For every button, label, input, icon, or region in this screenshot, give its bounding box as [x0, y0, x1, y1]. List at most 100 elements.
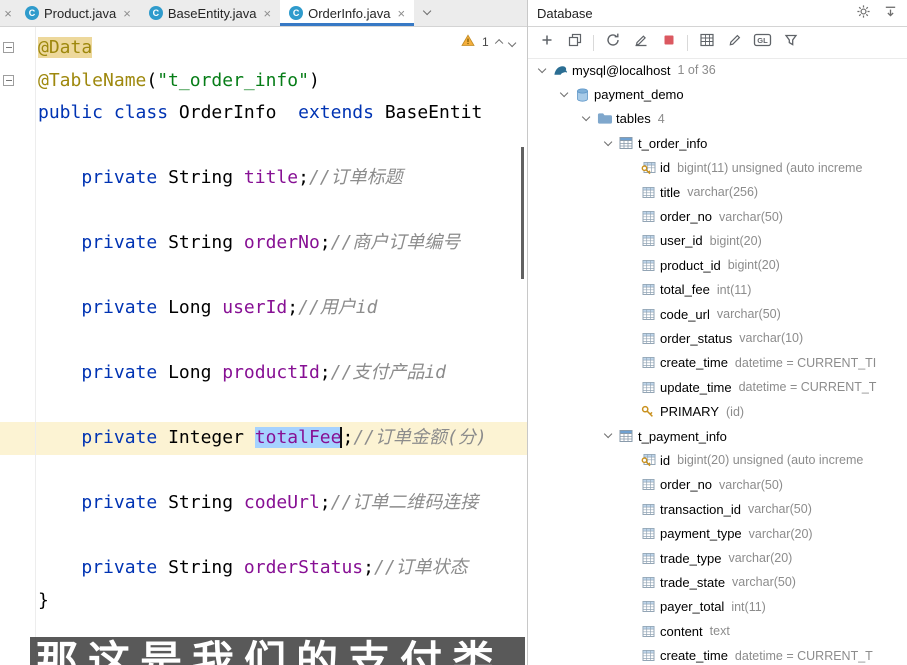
- tree-row[interactable]: payment_demo: [528, 82, 907, 106]
- tree-row[interactable]: order_no varchar(50): [528, 473, 907, 497]
- code-token: ;: [342, 427, 354, 448]
- hide-panel-icon[interactable]: [883, 4, 898, 22]
- tree-item-meta: varchar(10): [739, 331, 804, 346]
- chevron-down-icon[interactable]: [600, 430, 617, 439]
- code-token: orderNo: [243, 232, 320, 253]
- inspections-widget[interactable]: 1: [461, 34, 517, 50]
- editor-pane: × C Product.java × C BaseEntity.java × C OrderI…: [0, 0, 527, 665]
- column-key-icon: [639, 161, 657, 175]
- tree-item-meta: varchar(20): [748, 526, 813, 541]
- tree-row[interactable]: trade_type varchar(20): [528, 546, 907, 570]
- column-icon: [639, 259, 657, 272]
- tree-row[interactable]: create_time datetime = CURRENT_T: [528, 643, 907, 665]
- table-button[interactable]: [693, 31, 720, 54]
- tab-baseentity-java[interactable]: C BaseEntity.java ×: [140, 0, 280, 26]
- code-line: }: [38, 585, 527, 618]
- next-warning-button[interactable]: [507, 35, 517, 49]
- tree-row[interactable]: update_time datetime = CURRENT_T: [528, 375, 907, 399]
- edit-button[interactable]: [721, 31, 748, 54]
- tab-label: OrderInfo.java: [308, 5, 391, 21]
- tree-row[interactable]: trade_state varchar(50): [528, 570, 907, 594]
- close-icon[interactable]: ×: [397, 6, 405, 21]
- duplicate-button[interactable]: [561, 31, 588, 54]
- tree-row[interactable]: user_id bigint(20): [528, 229, 907, 253]
- tree-row[interactable]: content text: [528, 619, 907, 643]
- chevron-down-icon[interactable]: [556, 88, 573, 98]
- column-icon: [639, 552, 657, 565]
- tree-row[interactable]: product_id bigint(20): [528, 253, 907, 277]
- table-icon: [699, 32, 715, 53]
- code-token: //订单标题: [308, 167, 403, 188]
- stop-icon: [661, 32, 677, 53]
- code-token: BaseEntit: [384, 102, 483, 123]
- tree-row[interactable]: payer_total int(11): [528, 595, 907, 619]
- column-icon: [639, 625, 657, 638]
- code-token: totalFee: [254, 427, 342, 448]
- stop-button[interactable]: [655, 31, 682, 54]
- tree-row[interactable]: id bigint(20) unsigned (auto increme: [528, 448, 907, 472]
- ide-window: × C Product.java × C BaseEntity.java × C OrderI…: [0, 0, 907, 665]
- settings-icon[interactable]: [856, 4, 871, 22]
- close-icon[interactable]: ×: [0, 0, 16, 26]
- add-button[interactable]: [533, 31, 560, 54]
- code-line: private String orderStatus;//订单状态: [38, 552, 527, 585]
- column-icon: [639, 234, 657, 247]
- close-icon[interactable]: ×: [264, 6, 272, 21]
- submit-icon: [633, 32, 649, 53]
- tree-row[interactable]: transaction_id varchar(50): [528, 497, 907, 521]
- chevron-down-icon[interactable]: [578, 113, 595, 122]
- tree-row[interactable]: tables 4: [528, 107, 907, 131]
- tab-product-java[interactable]: C Product.java ×: [16, 0, 140, 26]
- submit-button[interactable]: [627, 31, 654, 54]
- scrollbar-thumb[interactable]: [521, 147, 524, 279]
- tab-orderinfo-java[interactable]: C OrderInfo.java ×: [280, 0, 415, 26]
- tree-item-label: create_time: [660, 355, 728, 371]
- tree-row[interactable]: create_time datetime = CURRENT_TI: [528, 351, 907, 375]
- tree-item-label: update_time: [660, 379, 732, 395]
- column-icon: [639, 186, 657, 199]
- edit-icon: [727, 32, 743, 53]
- filter-button[interactable]: [777, 31, 804, 54]
- subtitle-text: 那这是我们的支付类: [36, 637, 505, 665]
- code-editor[interactable]: @Data @TableName("t_order_info") public cl…: [0, 27, 527, 665]
- tree-row[interactable]: order_no varchar(50): [528, 204, 907, 228]
- tree-row[interactable]: order_status varchar(10): [528, 326, 907, 350]
- tree-row[interactable]: t_order_info: [528, 131, 907, 155]
- tab-list-chevron-icon[interactable]: [414, 0, 440, 26]
- close-icon[interactable]: ×: [123, 6, 131, 21]
- chevron-down-icon[interactable]: [600, 137, 617, 147]
- tree-row[interactable]: payment_type varchar(20): [528, 521, 907, 545]
- column-icon: [639, 503, 657, 516]
- code-area[interactable]: @Data @TableName("t_order_info") public cl…: [0, 27, 527, 617]
- code-token: //用户id: [298, 297, 378, 318]
- tree-row[interactable]: PRIMARY (id): [528, 399, 907, 423]
- duplicate-icon: [567, 32, 583, 53]
- tree-row[interactable]: total_fee int(11): [528, 278, 907, 302]
- chevron-down-icon[interactable]: [534, 64, 551, 74]
- tree-row[interactable]: title varchar(256): [528, 180, 907, 204]
- tree-row[interactable]: mysql@localhost 1 of 36: [528, 58, 907, 82]
- code-token: ;: [287, 297, 299, 318]
- code-line: private String title;//订单标题: [38, 162, 527, 195]
- warning-icon: [461, 34, 475, 50]
- code-token: public class: [38, 102, 179, 123]
- refresh-icon: [605, 32, 621, 53]
- prev-warning-button[interactable]: [494, 35, 504, 49]
- console-button[interactable]: GL: [749, 31, 776, 54]
- code-token: String: [168, 492, 244, 513]
- refresh-button[interactable]: [599, 31, 626, 54]
- tree-item-meta: varchar(50): [732, 575, 796, 590]
- tree-item-meta: int(11): [716, 282, 752, 297]
- tree-row[interactable]: t_payment_info: [528, 424, 907, 448]
- console-icon: GL: [753, 32, 772, 53]
- tree-item-meta: (id): [726, 404, 745, 419]
- tree-row[interactable]: id bigint(11) unsigned (auto increme: [528, 156, 907, 180]
- database-toolbar: GL: [528, 27, 907, 59]
- tree-row[interactable]: code_url varchar(50): [528, 302, 907, 326]
- code-token: private: [81, 167, 169, 188]
